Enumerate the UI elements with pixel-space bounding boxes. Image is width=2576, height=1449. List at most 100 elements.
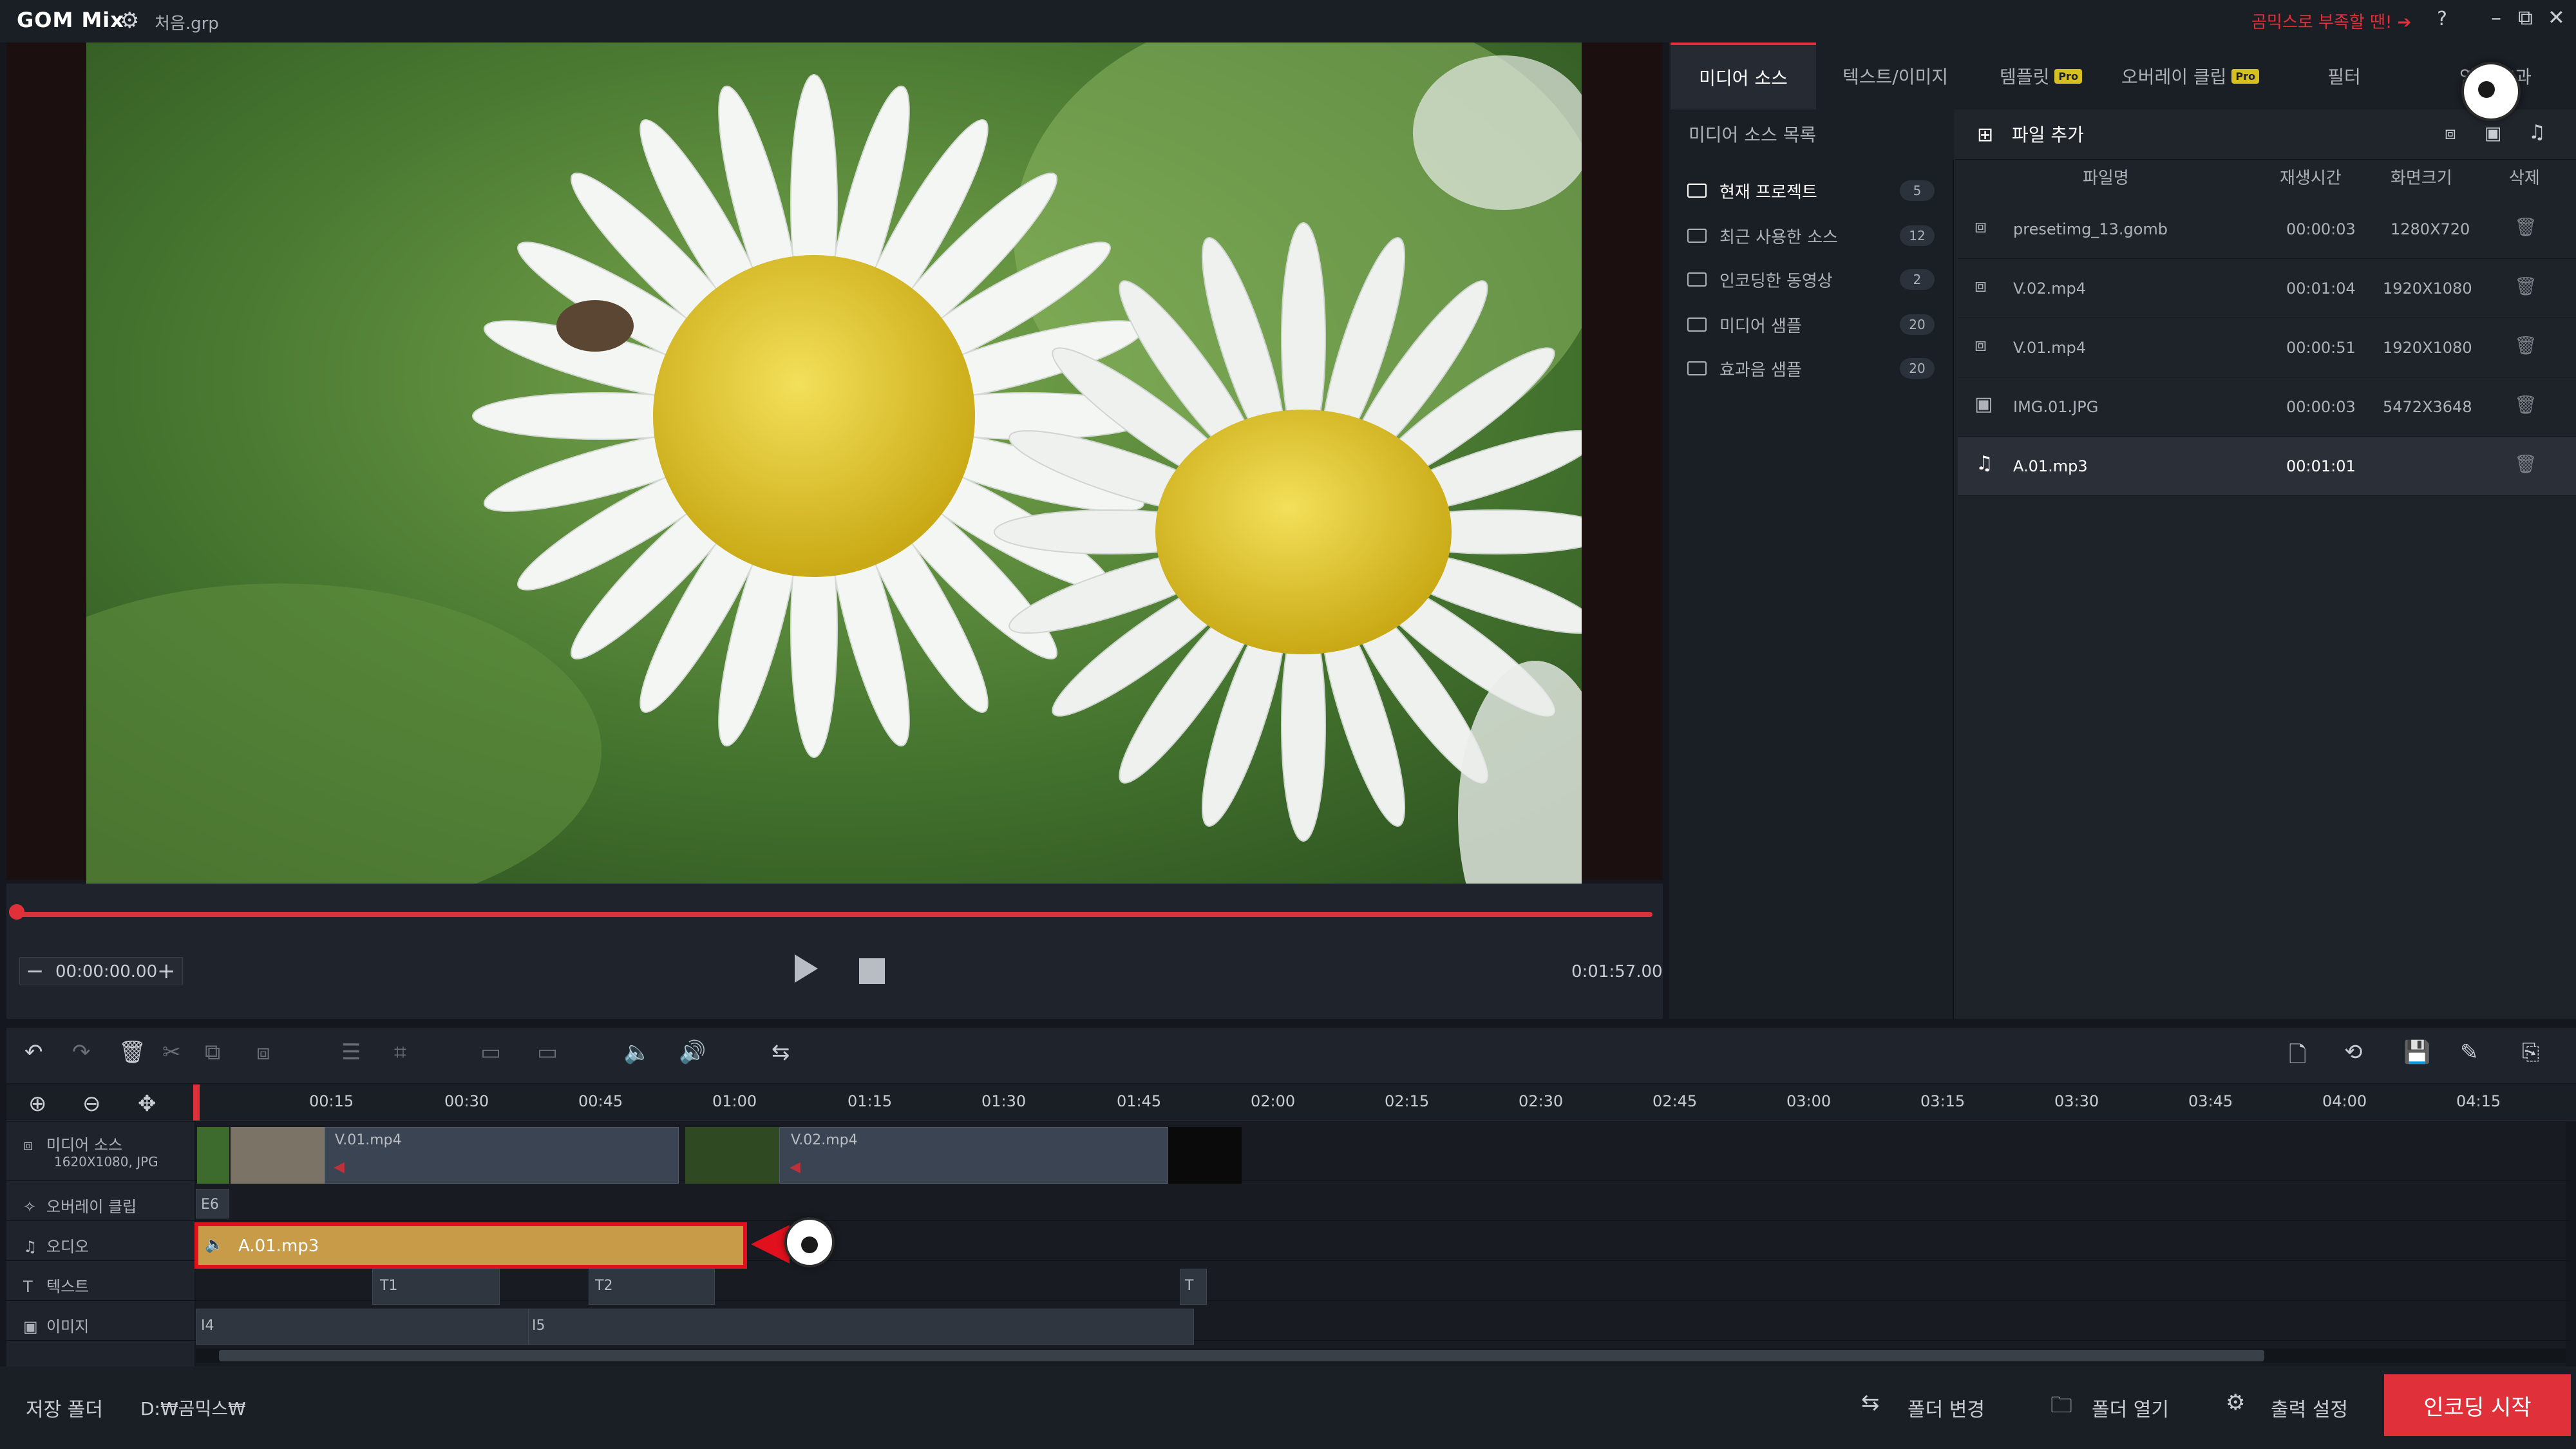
count-badge: 20 (1900, 358, 1935, 379)
promo-link[interactable]: 곰믹스로 부족할 땐! ➔ (2251, 9, 2411, 33)
tree-item-sfx-samples[interactable]: 효과음 샘플 (1687, 355, 1802, 381)
output-settings-icon[interactable]: ⚙ (2226, 1390, 2245, 1416)
tab-filter[interactable]: 필터 (2273, 43, 2415, 109)
crop-icon[interactable]: ⌗ (394, 1039, 406, 1065)
timecode-minus-button[interactable]: − (26, 958, 44, 984)
add-audio-icon[interactable]: ♫ (2528, 121, 2546, 144)
output-settings-button[interactable]: 출력 설정 (2271, 1394, 2348, 1422)
track-label-overlay: ✧ 오버레이 클립 (23, 1198, 137, 1216)
clip-image-i5[interactable] (528, 1309, 1194, 1345)
playhead[interactable] (193, 1084, 200, 1121)
current-timecode[interactable]: 00:00:00.00 (55, 962, 157, 981)
close-button[interactable]: ✕ (2548, 5, 2565, 30)
highlight-arrow-icon (751, 1225, 790, 1264)
clip-thumbnail (231, 1127, 325, 1184)
add-file-button[interactable]: 파일 추가 (2012, 121, 2084, 147)
add-image-icon[interactable]: ▣ (2485, 122, 2501, 144)
undo-icon[interactable]: ↶ (24, 1039, 43, 1065)
start-encoding-button[interactable]: 인코딩 시작 (2384, 1374, 2571, 1436)
daisy-photo (86, 43, 1582, 884)
save-icon[interactable]: 💾 (2403, 1039, 2430, 1065)
play-icon[interactable] (795, 954, 818, 983)
open-project-icon[interactable]: ⟲ (2344, 1039, 2363, 1065)
col-filename[interactable]: 파일명 (2083, 165, 2129, 189)
track-label-image: ▣ 이미지 (23, 1318, 90, 1336)
transition-icon[interactable]: ⇆ (772, 1039, 790, 1065)
preview-image (86, 43, 1582, 884)
speaker-icon: 🔈 (205, 1235, 224, 1253)
folder-icon (1687, 229, 1707, 243)
tab-text-image[interactable]: 텍스트/이미지 (1816, 43, 1975, 109)
settings-gear-icon[interactable]: ⚙ (120, 8, 139, 33)
file-duration: 00:00:03 (2286, 220, 2356, 238)
maximize-button[interactable]: ⧉ (2518, 5, 2533, 30)
delete-icon[interactable]: 🗑 (118, 1039, 146, 1065)
fit-icon[interactable]: ✥ (138, 1091, 156, 1117)
file-size: 1920X1080 (2383, 339, 2472, 357)
tab-media-source[interactable]: 미디어 소스 (1671, 43, 1816, 109)
trash-icon[interactable]: 🗑 (2514, 216, 2537, 238)
redo-icon[interactable]: ↷ (72, 1039, 91, 1065)
file-duration: 00:00:03 (2286, 398, 2356, 416)
clip-black[interactable] (1168, 1127, 1242, 1184)
tree-item-media-samples[interactable]: 미디어 샘플 (1687, 312, 1802, 337)
track-label-text: T 텍스트 (23, 1278, 90, 1296)
help-icon[interactable]: ? (2437, 8, 2447, 30)
zoom-out-icon[interactable]: ⊖ (82, 1091, 101, 1117)
change-folder-button[interactable]: 폴더 변경 (1908, 1394, 1985, 1422)
tree-item-recent[interactable]: 최근 사용한 소스 (1687, 223, 1838, 249)
scrollbar-thumb[interactable] (219, 1350, 2264, 1361)
zoom-in-icon[interactable]: ⊕ (28, 1091, 47, 1117)
pro-badge: Pro (2231, 68, 2260, 84)
bottom-bar (0, 1367, 2576, 1449)
audio-mute-icon: ◀ (334, 1159, 345, 1175)
trash-icon[interactable]: 🗑 (2514, 335, 2537, 356)
image-replace-icon[interactable]: ▭ (537, 1039, 558, 1065)
clip-name: I5 (532, 1318, 545, 1334)
adjust-icon[interactable]: ☰ (341, 1039, 361, 1065)
volume-icon[interactable]: 🔈 (623, 1039, 650, 1065)
title-bar (0, 0, 2576, 43)
split-icon[interactable]: ⧈ (256, 1039, 270, 1065)
tab-overlay-clip[interactable]: 오버레이 클립 Pro (2107, 43, 2273, 109)
clip-name: I4 (201, 1318, 214, 1334)
add-video-icon[interactable]: ⧈ (2445, 122, 2456, 144)
seek-bar[interactable] (17, 912, 1653, 917)
clip-name: V.01.mp4 (335, 1132, 402, 1148)
audio-fx-icon[interactable]: 🔊 (679, 1039, 706, 1065)
ruler-tick: 00:30 (444, 1092, 489, 1110)
tree-item-current-project[interactable]: 현재 프로젝트 (1687, 178, 1817, 204)
track-overlay (6, 1181, 2570, 1221)
clip-image-i4[interactable] (196, 1309, 531, 1345)
col-delete: 삭제 (2509, 169, 2540, 188)
minimize-button[interactable]: – (2491, 5, 2501, 30)
trash-icon[interactable]: 🗑 (2514, 276, 2537, 297)
file-size: 1280X720 (2391, 220, 2470, 238)
save-as-icon[interactable]: ✎ (2460, 1039, 2479, 1065)
new-project-icon[interactable]: 🗋 (2289, 1039, 2306, 1076)
add-file-icon[interactable]: ⊞ (1977, 124, 1993, 146)
timecode-plus-button[interactable]: + (157, 958, 176, 984)
ruler-tick: 03:45 (2188, 1092, 2233, 1110)
col-duration[interactable]: 재생시간 (2280, 165, 2342, 189)
folder-open-icon (1687, 184, 1707, 198)
clip-name: V.02.mp4 (791, 1132, 858, 1148)
tab-template[interactable]: 템플릿 Pro (1975, 43, 2107, 109)
ruler-tick: 02:45 (1653, 1092, 1698, 1110)
ruler-tick: 03:15 (1920, 1092, 1965, 1110)
file-name: presetimg_13.gomb (2013, 220, 2168, 238)
cut-icon[interactable]: ✂ (162, 1039, 181, 1065)
folder-open-icon[interactable]: 🗀 (2050, 1390, 2072, 1426)
image-edit-icon[interactable]: ▭ (480, 1039, 501, 1065)
stop-icon[interactable] (859, 958, 885, 984)
col-size[interactable]: 화면크기 (2391, 165, 2452, 189)
open-folder-button[interactable]: 폴더 열기 (2092, 1394, 2169, 1422)
count-badge: 20 (1900, 314, 1935, 335)
copy-icon[interactable]: ⧉ (205, 1039, 220, 1065)
seek-handle[interactable] (9, 904, 24, 920)
trash-icon[interactable]: 🗑 (2514, 394, 2537, 415)
trash-icon[interactable]: 🗑 (2514, 453, 2537, 475)
export-icon[interactable]: ⎘ (2522, 1039, 2539, 1065)
tree-item-encoded[interactable]: 인코딩한 동영상 (1687, 267, 1833, 292)
folder-change-icon[interactable]: ⇆ (1861, 1390, 1880, 1416)
